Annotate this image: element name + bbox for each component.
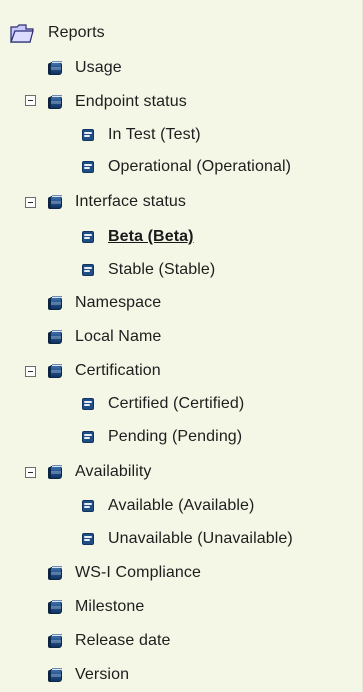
tree-item-availability[interactable]: Availability (47, 457, 152, 487)
tree-item-release-date[interactable]: Release date (47, 626, 171, 656)
folder-open-icon (10, 22, 34, 44)
tree-item-label-selected[interactable]: Beta (Beta) (108, 228, 194, 246)
tree-item-label[interactable]: Release date (75, 632, 171, 650)
tree-item-label[interactable]: Operational (Operational) (108, 158, 291, 176)
document-icon (80, 498, 96, 514)
tree-item-pending[interactable]: Pending (Pending) (80, 422, 242, 452)
tree-item-label[interactable]: Endpoint status (75, 93, 187, 111)
tree-item-milestone[interactable]: Milestone (47, 592, 144, 622)
book-icon (47, 60, 63, 76)
book-icon (47, 295, 63, 311)
collapse-toggle-icon[interactable] (25, 467, 36, 478)
tree-item-label[interactable]: In Test (Test) (108, 126, 201, 144)
tree-item-wsi-compliance[interactable]: WS-I Compliance (47, 558, 201, 588)
book-icon (47, 94, 63, 110)
tree-item-label[interactable]: Local Name (75, 328, 161, 346)
tree-item-namespace[interactable]: Namespace (47, 288, 161, 318)
tree-item-certification[interactable]: Certification (47, 356, 161, 386)
document-icon (80, 229, 96, 245)
document-icon (80, 262, 96, 278)
book-icon (47, 194, 63, 210)
document-icon (80, 429, 96, 445)
tree-item-local-name[interactable]: Local Name (47, 322, 161, 352)
tree-item-unavailable[interactable]: Unavailable (Unavailable) (80, 524, 293, 554)
tree-item-interface-status[interactable]: Interface status (47, 187, 186, 217)
collapse-toggle-icon[interactable] (25, 197, 36, 208)
tree-item-label[interactable]: Usage (75, 59, 122, 77)
book-icon (47, 329, 63, 345)
tree-item-beta[interactable]: Beta (Beta) (80, 222, 194, 252)
tree-item-label[interactable]: Namespace (75, 294, 161, 312)
tree-item-label[interactable]: Stable (Stable) (108, 261, 215, 279)
tree-item-endpoint-status[interactable]: Endpoint status (47, 87, 187, 117)
document-icon (80, 531, 96, 547)
tree-item-available[interactable]: Available (Available) (80, 491, 254, 521)
book-icon (47, 599, 63, 615)
book-icon (47, 565, 63, 581)
document-icon (80, 159, 96, 175)
book-icon (47, 667, 63, 683)
tree-item-stable[interactable]: Stable (Stable) (80, 255, 215, 285)
tree-item-usage[interactable]: Usage (47, 53, 122, 83)
tree-item-label[interactable]: Version (75, 666, 129, 684)
document-icon (80, 127, 96, 143)
tree-item-label[interactable]: Certified (Certified) (108, 395, 244, 413)
tree-item-certified[interactable]: Certified (Certified) (80, 389, 244, 419)
book-icon (47, 363, 63, 379)
tree-item-version[interactable]: Version (47, 660, 129, 690)
tree-item-label[interactable]: Unavailable (Unavailable) (108, 530, 293, 548)
tree-item-label[interactable]: Interface status (75, 193, 186, 211)
tree-root-label[interactable]: Reports (48, 24, 105, 42)
tree-item-operational[interactable]: Operational (Operational) (80, 152, 291, 182)
collapse-toggle-icon[interactable] (25, 95, 36, 106)
collapse-toggle-icon[interactable] (25, 366, 36, 377)
tree-root-reports[interactable]: Reports (10, 18, 190, 48)
document-icon (80, 396, 96, 412)
book-icon (47, 464, 63, 480)
tree-item-label[interactable]: Available (Available) (108, 497, 254, 515)
tree-item-label[interactable]: Certification (75, 362, 161, 380)
tree-item-label[interactable]: WS-I Compliance (75, 564, 201, 582)
tree-item-label[interactable]: Milestone (75, 598, 144, 616)
report-tree-panel: Reports Usage Endpoint status In Test (T… (0, 0, 363, 692)
book-icon (47, 633, 63, 649)
tree-item-label[interactable]: Availability (75, 463, 152, 481)
tree-item-label[interactable]: Pending (Pending) (108, 428, 242, 446)
tree-item-in-test[interactable]: In Test (Test) (80, 120, 201, 150)
